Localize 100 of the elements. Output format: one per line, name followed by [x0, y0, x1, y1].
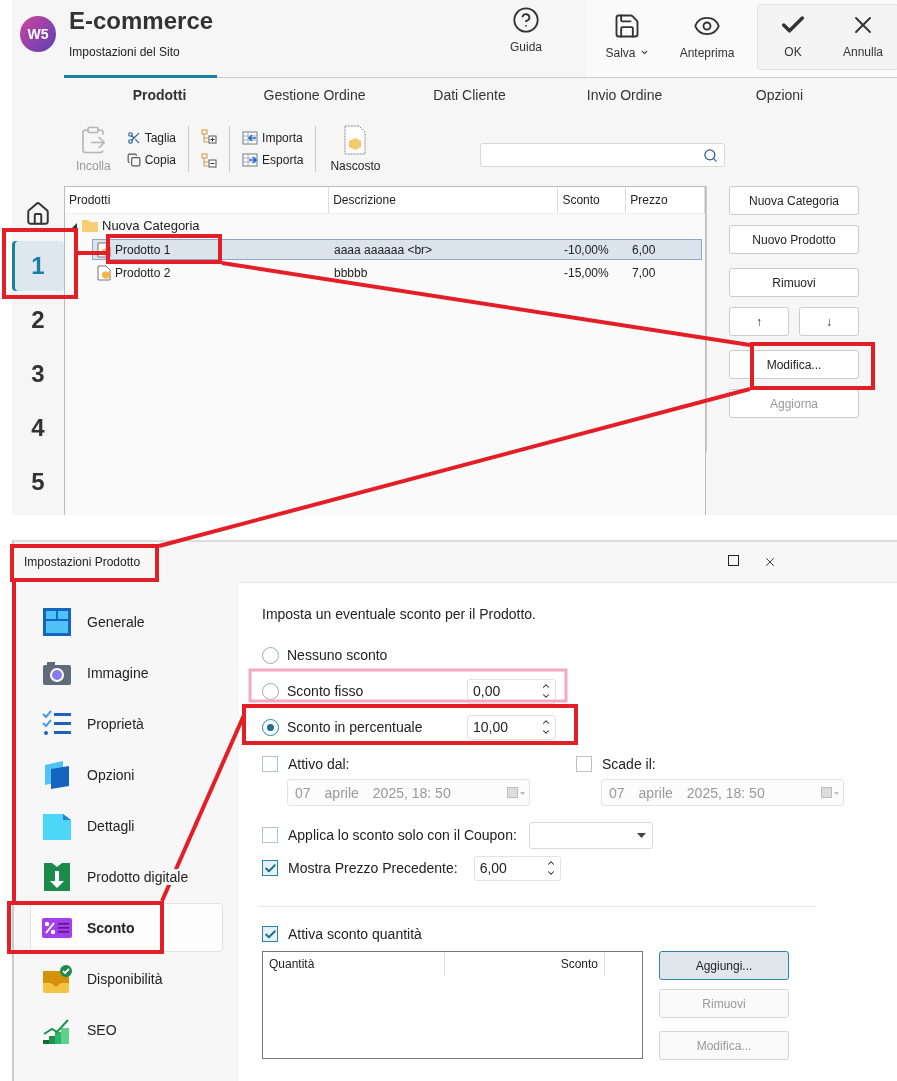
- table-cell-text: 7,00: [631, 265, 657, 280]
- option-label: Attiva sconto quantità: [288, 926, 422, 942]
- radio-button[interactable]: [262, 682, 279, 700]
- save-icon: [613, 12, 641, 40]
- checkbox[interactable]: [262, 860, 278, 876]
- export-button[interactable]: Esporta: [242, 153, 304, 167]
- option-label: Sconto in percentuale: [287, 719, 424, 735]
- column-header: Descrizione: [329, 187, 559, 213]
- section-item[interactable]: SEO: [30, 1005, 223, 1054]
- column-header: Prodotti: [65, 187, 330, 213]
- app-logo: W5: [20, 16, 56, 52]
- preview-button[interactable]: Anteprima: [667, 0, 747, 77]
- tab[interactable]: Dati Cliente: [392, 78, 547, 112]
- app-subtitle: Impostazioni del Sito: [69, 45, 181, 59]
- column-header: Sconto: [445, 952, 605, 976]
- tray-icon: [41, 962, 73, 995]
- help-icon: [512, 6, 540, 34]
- section-item[interactable]: Prodotto digitale: [30, 852, 223, 901]
- step-tab[interactable]: 3: [12, 349, 64, 399]
- tab[interactable]: Prodotti: [82, 78, 237, 112]
- action-button[interactable]: Modifica...: [729, 350, 859, 379]
- export-icon: [242, 153, 259, 167]
- table-cell: Prodotto 1: [115, 242, 171, 257]
- import-button[interactable]: Importa: [242, 131, 304, 145]
- section-item[interactable]: Opzioni: [30, 750, 223, 799]
- section-item[interactable]: Generale: [30, 597, 223, 646]
- product-icon: [97, 264, 111, 281]
- product-row[interactable]: Prodotto 1 aaaa aaaaaa <br> -10,00% 6,00: [92, 239, 702, 260]
- category-row[interactable]: Nuova Categoria: [65, 214, 705, 237]
- option-label: Attivo dal:: [288, 756, 350, 772]
- cancel-button[interactable]: Annulla: [828, 5, 897, 69]
- caret-icon: [636, 832, 646, 838]
- checkbox[interactable]: [262, 926, 278, 942]
- category-name: Nuova Categoria: [102, 218, 200, 233]
- product-row[interactable]: Prodotto 2 bbbbb -15,00% 7,00: [92, 262, 702, 283]
- calendar-icon: [507, 786, 525, 799]
- step-tab[interactable]: 5: [12, 457, 64, 507]
- number-field[interactable]: 10,00: [467, 714, 556, 740]
- download-icon: [41, 860, 73, 893]
- option-label: Mostra Prezzo Precedente:: [288, 860, 458, 876]
- hidden-button[interactable]: Nascosto: [326, 125, 385, 173]
- table-cell-text: aaaa aaaaaa <br>: [333, 242, 434, 257]
- tab[interactable]: Invio Ordine: [547, 78, 702, 112]
- radio-button[interactable]: [262, 718, 279, 736]
- tab[interactable]: Opzioni: [702, 78, 857, 112]
- checkbox[interactable]: [262, 827, 278, 843]
- radio-button[interactable]: [262, 646, 279, 664]
- file-box-icon: [343, 125, 368, 155]
- action-button[interactable]: Nuova Categoria: [729, 186, 859, 215]
- home-icon[interactable]: [25, 201, 51, 227]
- action-button[interactable]: Nuovo Prodotto: [729, 225, 859, 254]
- column-header: Sconto: [558, 187, 627, 213]
- option-label: Applica lo sconto solo con il Coupon:: [288, 827, 517, 843]
- table-cell-text: -10,00%: [563, 242, 610, 257]
- table-cell-text: bbbbb: [333, 265, 369, 280]
- table-cell: Prodotto 2: [115, 265, 171, 280]
- column-header: Quantità: [263, 952, 445, 976]
- save-button[interactable]: Salva: [587, 0, 667, 77]
- copy-icon: [126, 153, 141, 167]
- app-title: E-commerce: [69, 7, 215, 35]
- section-item[interactable]: Disponibilità: [30, 954, 223, 1003]
- checkmark-icon: [263, 861, 277, 875]
- table-cell-text: 6,00: [631, 242, 657, 257]
- section-item[interactable]: Immagine: [30, 648, 223, 697]
- move-down-button[interactable]: ↓: [799, 307, 859, 336]
- number-field[interactable]: 6,00: [473, 855, 561, 881]
- table-cell-text: -15,00%: [563, 265, 610, 280]
- step-tab[interactable]: 2: [12, 295, 64, 345]
- cut-button[interactable]: Taglia: [126, 131, 177, 145]
- section-item[interactable]: Sconto: [30, 903, 223, 952]
- checkbox[interactable]: [262, 756, 278, 772]
- search-field[interactable]: [480, 143, 726, 167]
- close-icon[interactable]: [763, 555, 777, 569]
- search-icon: [703, 147, 719, 163]
- move-up-button[interactable]: ↑: [729, 307, 789, 336]
- maximize-icon[interactable]: [728, 555, 739, 566]
- option-label: Scade il:: [602, 756, 656, 772]
- caret-icon: [639, 48, 649, 57]
- column-header: Prezzo: [626, 187, 705, 213]
- option-label: Sconto fisso: [287, 683, 365, 699]
- tab[interactable]: Gestione Ordine: [237, 78, 392, 112]
- checkbox[interactable]: [576, 756, 592, 772]
- calendar-icon: [821, 786, 839, 799]
- help-button[interactable]: Guida: [487, 0, 565, 77]
- section-item[interactable]: Proprietà: [30, 699, 223, 748]
- scissors-icon: [126, 131, 141, 145]
- step-tab[interactable]: 4: [12, 403, 64, 453]
- collapse-icon[interactable]: [201, 153, 218, 169]
- layout-icon: [41, 605, 73, 638]
- copy-button[interactable]: Copia: [126, 153, 177, 167]
- dialog-title: Impostazioni Prodotto: [24, 555, 141, 569]
- intro-text: Imposta un eventuale sconto per il Prodotto.: [262, 606, 536, 622]
- ok-button[interactable]: OK: [758, 5, 828, 69]
- folder-icon: [82, 219, 98, 232]
- expand-icon[interactable]: [201, 129, 218, 145]
- action-button[interactable]: Aggiungi...: [659, 951, 789, 980]
- step-tab[interactable]: 1: [12, 241, 64, 291]
- section-item[interactable]: Dettagli: [30, 801, 223, 850]
- checkmark-icon: [263, 927, 277, 941]
- action-button[interactable]: Rimuovi: [729, 268, 859, 297]
